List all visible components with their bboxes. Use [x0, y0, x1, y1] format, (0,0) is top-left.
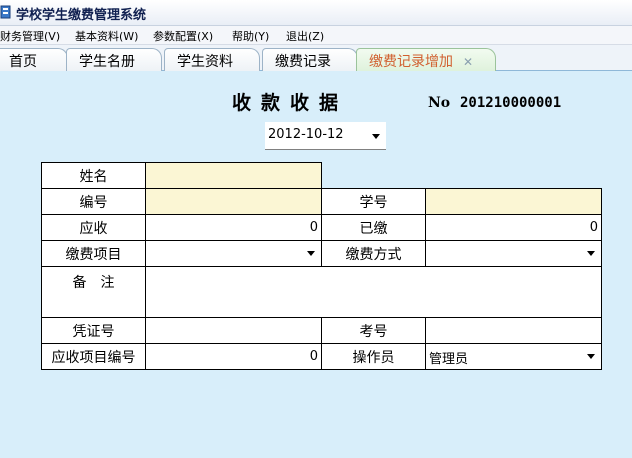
- receipt-form: 姓名 编号 学号 应收 0 已缴 0 缴费项目 缴费方式 备 注 凭证号 考号 …: [41, 162, 602, 373]
- tab-home[interactable]: 首页: [0, 48, 68, 71]
- menu-finance[interactable]: 财务管理(V): [0, 28, 60, 44]
- receipt-no-label: No: [428, 95, 451, 111]
- student-no-field[interactable]: [425, 188, 602, 215]
- menu-exit[interactable]: 退出(Z): [286, 28, 324, 44]
- fee-item-label: 缴费项目: [41, 240, 146, 267]
- remark-label: 备 注: [41, 266, 146, 318]
- fee-item-select[interactable]: [145, 240, 322, 267]
- receipt-no-value: 201210000001: [460, 95, 562, 111]
- item-code-label: 应收项目编号: [41, 343, 146, 370]
- operator-select[interactable]: 管理员: [425, 343, 602, 370]
- paid-field[interactable]: 0: [425, 214, 602, 241]
- window-titlebar: 学校学生缴费管理系统: [0, 0, 632, 26]
- id-field[interactable]: [145, 188, 322, 215]
- name-field[interactable]: [145, 162, 322, 189]
- tab-payment-records[interactable]: 缴费记录: [262, 48, 358, 71]
- item-code-field[interactable]: 0: [145, 343, 322, 370]
- tab-student-roster[interactable]: 学生名册: [66, 48, 162, 71]
- tab-add-payment-record-label: 缴费记录增加: [369, 54, 453, 70]
- operator-label: 操作员: [321, 343, 426, 370]
- name-label: 姓名: [41, 162, 146, 189]
- receivable-label: 应收: [41, 214, 146, 241]
- app-icon: [0, 5, 11, 19]
- menu-parameter-config[interactable]: 参数配置(X): [153, 28, 213, 44]
- menu-help[interactable]: 帮助(Y): [232, 28, 269, 44]
- pay-method-label: 缴费方式: [321, 240, 426, 267]
- tab-add-payment-record[interactable]: 缴费记录增加 ✕: [356, 48, 496, 71]
- remark-field[interactable]: [145, 266, 602, 318]
- chevron-down-icon[interactable]: [587, 354, 595, 359]
- tab-home-label: 首页: [9, 54, 37, 70]
- voucher-label: 凭证号: [41, 317, 146, 344]
- id-label: 编号: [41, 188, 146, 215]
- chevron-down-icon[interactable]: [372, 134, 380, 139]
- student-no-label: 学号: [321, 188, 426, 215]
- close-icon[interactable]: ✕: [463, 55, 473, 69]
- tab-payment-records-label: 缴费记录: [275, 54, 331, 70]
- pay-method-select[interactable]: [425, 240, 602, 267]
- menu-basic-data[interactable]: 基本资料(W): [75, 28, 138, 44]
- window-title: 学校学生缴费管理系统: [16, 8, 147, 23]
- exam-no-field[interactable]: [425, 317, 602, 344]
- tab-student-roster-label: 学生名册: [79, 54, 135, 70]
- menu-bar: 财务管理(V) 基本资料(W) 参数配置(X) 帮助(Y) 退出(Z): [0, 26, 632, 45]
- paid-label: 已缴: [321, 214, 426, 241]
- exam-no-label: 考号: [321, 317, 426, 344]
- chevron-down-icon[interactable]: [307, 251, 315, 256]
- operator-value: 管理员: [429, 352, 469, 367]
- main-content: 收款收据 No 201210000001 2012-10-12 姓名 编号 学号…: [0, 71, 632, 458]
- receipt-title: 收款收据: [232, 92, 349, 114]
- date-picker[interactable]: 2012-10-12: [265, 122, 386, 150]
- tab-student-info[interactable]: 学生资料: [164, 48, 260, 71]
- tab-student-info-label: 学生资料: [177, 54, 233, 70]
- voucher-field[interactable]: [145, 317, 322, 344]
- tab-bar: 首页 学生名册 学生资料 缴费记录 缴费记录增加 ✕: [0, 45, 632, 71]
- date-value: 2012-10-12: [268, 127, 344, 142]
- chevron-down-icon[interactable]: [587, 251, 595, 256]
- receivable-field[interactable]: 0: [145, 214, 322, 241]
